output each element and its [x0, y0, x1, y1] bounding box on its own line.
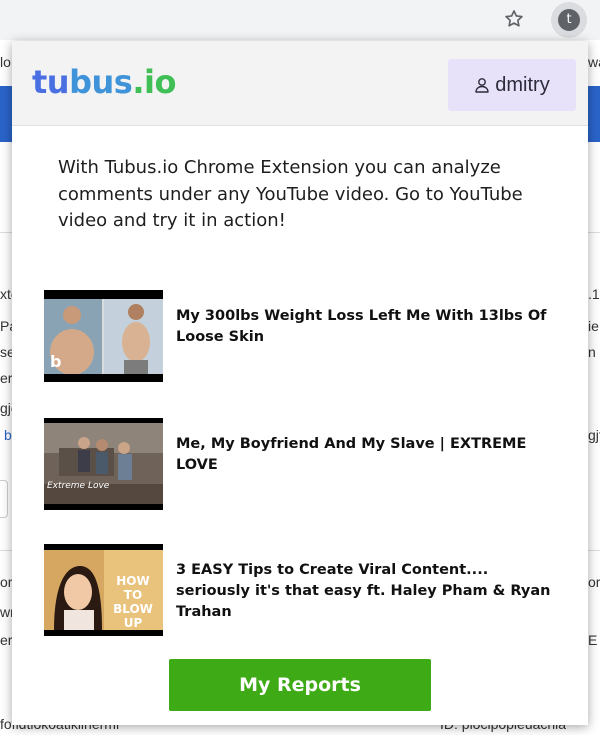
video-thumbnail: Extreme Love [44, 418, 163, 510]
video-title[interactable]: My 300lbs Weight Loss Left Me With 13lbs… [176, 306, 566, 348]
background-text: lo [0, 54, 11, 70]
user-icon [475, 78, 489, 93]
tubus-extension-icon: t [558, 9, 580, 31]
bookmark-star-icon[interactable] [503, 8, 525, 30]
background-text: gjf [588, 427, 600, 443]
divider [0, 550, 12, 551]
background-text: se [0, 344, 12, 360]
intro-text: With Tubus.io Chrome Extension you can a… [58, 157, 523, 231]
divider [0, 232, 12, 233]
background-text: wn [0, 604, 12, 620]
background-blue-bar-right [588, 86, 600, 142]
extreme-love-thumbnail-art [44, 418, 163, 510]
background-text: E [588, 632, 598, 648]
video-item[interactable]: Extreme Love Me, My Boyfriend And My Sla… [44, 418, 564, 510]
background-text: xte [0, 286, 12, 302]
address-bar[interactable] [0, 4, 540, 38]
background-text: wa [588, 54, 600, 70]
logo-part: bus [69, 63, 133, 101]
video-thumbnail: b [44, 290, 163, 382]
logo-part: tu [32, 63, 70, 101]
video-thumbnail: HOW TO BLOW UP [44, 544, 163, 636]
extension-popup: tubus.io dmitry With Tubus.io Chrome Ext… [12, 41, 588, 725]
user-account-button[interactable]: dmitry [448, 59, 576, 111]
video-title[interactable]: 3 EASY Tips to Create Viral Content.... … [176, 560, 566, 623]
browser-toolbar: t [0, 0, 600, 40]
background-text: er [0, 370, 12, 386]
video-title[interactable]: Me, My Boyfriend And My Slave | EXTREME … [176, 434, 566, 476]
background-link: b [4, 427, 12, 443]
extension-button[interactable]: t [551, 2, 587, 38]
thumbnail-caption: HOW TO BLOW UP [113, 574, 153, 630]
username: dmitry [495, 73, 550, 96]
video-item[interactable]: HOW TO BLOW UP 3 EASY Tips to Create Vir… [44, 544, 564, 636]
background-text: er [0, 632, 12, 648]
popup-header: tubus.io dmitry [12, 41, 588, 126]
divider [588, 550, 600, 551]
tubus-logo: tubus.io [32, 63, 176, 101]
background-text: n [588, 344, 596, 360]
background-blue-bar-left [0, 86, 12, 142]
thumbnail-caption: Extreme Love [47, 481, 110, 491]
divider [588, 232, 600, 233]
background-text: gjc [0, 400, 12, 416]
background-text: or [588, 574, 600, 590]
background-text: .1 [588, 286, 600, 302]
logo-part: .io [132, 63, 176, 101]
background-text: ie [588, 318, 599, 334]
background-text: Pa [0, 318, 12, 334]
weight-loss-thumbnail-art [44, 290, 163, 382]
video-item[interactable]: b My 300lbs Weight Loss Left Me With 13l… [44, 290, 564, 382]
background-box [0, 480, 8, 518]
background-text: or [0, 574, 12, 590]
my-reports-button[interactable]: My Reports [169, 659, 431, 711]
thumbnail-caption: b [50, 352, 62, 371]
